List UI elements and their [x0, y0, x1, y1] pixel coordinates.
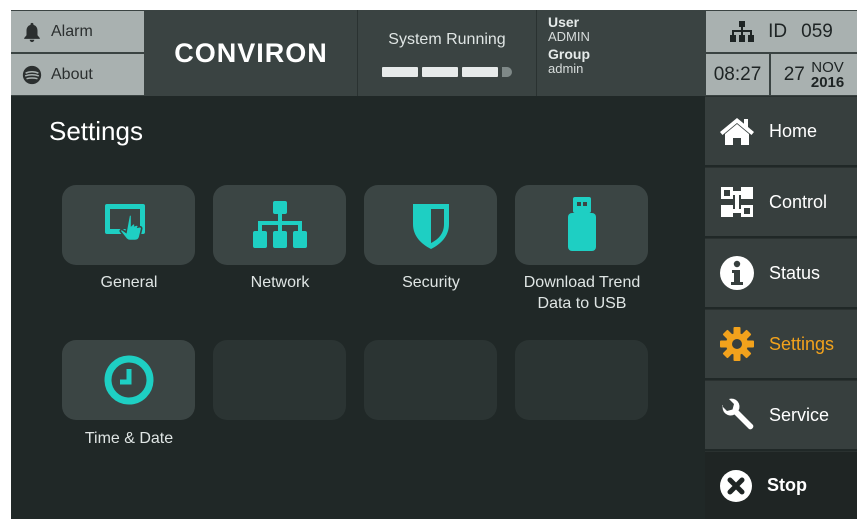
- clock-icon: [104, 355, 153, 405]
- tile-security[interactable]: [364, 185, 497, 265]
- system-status: System Running: [357, 10, 537, 96]
- tile-empty-slot: [213, 340, 346, 420]
- nav-control-label: Control: [769, 191, 828, 212]
- tile-download-usb-label: Download Trend Data to USB: [502, 272, 662, 314]
- status-progress-bar: [382, 67, 512, 77]
- tile-empty-slot: [364, 340, 497, 420]
- user-label: User: [548, 14, 580, 30]
- id-value: 059: [801, 20, 833, 42]
- date-day: 27: [783, 63, 805, 85]
- nav-status-label: Status: [769, 262, 821, 283]
- date-display: 27 NOV 2016: [771, 54, 857, 95]
- tile-general-label: General: [100, 274, 158, 291]
- group-value: admin: [548, 61, 584, 77]
- user-info: User ADMIN Group admin: [548, 14, 698, 78]
- nav-service-label: Service: [769, 404, 830, 425]
- wrench-icon: [722, 398, 754, 430]
- conviron-globe-icon: [22, 65, 42, 84]
- nav-stop[interactable]: Stop: [705, 451, 857, 519]
- nav-settings[interactable]: Settings: [705, 309, 857, 378]
- home-icon: [720, 118, 754, 145]
- alarm-label: Alarm: [51, 22, 93, 40]
- screen: Alarm About CONVIRON System Running User…: [11, 10, 857, 519]
- user-value: ADMIN: [548, 29, 590, 45]
- shield-icon: [412, 204, 449, 249]
- about-button[interactable]: About: [11, 54, 144, 95]
- group-label: Group: [548, 46, 590, 63]
- tile-network-label: Network: [250, 274, 310, 291]
- status-text: System Running: [388, 31, 506, 48]
- tile-empty-slot: [515, 340, 648, 420]
- nav-stop-label: Stop: [767, 475, 807, 495]
- conviron-logo: CONVIRON: [145, 10, 357, 96]
- info-icon: [720, 256, 754, 290]
- alarm-button[interactable]: Alarm: [11, 11, 144, 52]
- usb-drive-icon: [567, 197, 596, 251]
- stop-icon: [720, 469, 752, 502]
- touch-screen-icon: [104, 204, 145, 242]
- gear-icon: [720, 327, 754, 361]
- device-id: ID 059: [706, 11, 857, 52]
- tile-download-usb-label-line2: Data to USB: [537, 295, 627, 312]
- nav-settings-label: Settings: [769, 333, 835, 354]
- control-icon: [721, 187, 753, 217]
- tile-security-label: Security: [402, 274, 460, 291]
- logo-text: CONVIRON: [174, 37, 328, 68]
- about-label: About: [51, 65, 93, 83]
- time-value: 08:27: [713, 63, 762, 85]
- tile-time-date[interactable]: [62, 340, 195, 420]
- nav-home-label: Home: [769, 120, 818, 141]
- nav-service[interactable]: Service: [705, 380, 857, 449]
- tile-download-usb-label-line1: Download Trend: [523, 274, 641, 291]
- tile-download-usb[interactable]: [515, 185, 648, 265]
- nav-home[interactable]: Home: [705, 96, 857, 165]
- tile-general[interactable]: [62, 185, 195, 265]
- header-bar: Alarm About CONVIRON System Running User…: [11, 10, 857, 96]
- date-month: NOV: [811, 58, 844, 76]
- network-icon: [252, 201, 307, 248]
- date-year: 2016: [810, 73, 845, 91]
- id-label: ID: [768, 20, 788, 42]
- clock-time: 08:27: [706, 54, 769, 95]
- nav-status[interactable]: Status: [705, 238, 857, 307]
- tile-network[interactable]: [213, 185, 346, 265]
- page-title: Settings: [49, 116, 143, 146]
- network-icon: [730, 20, 755, 42]
- bell-icon: [24, 22, 40, 42]
- tile-time-date-label: Time & Date: [84, 430, 174, 447]
- nav-control[interactable]: Control: [705, 167, 857, 236]
